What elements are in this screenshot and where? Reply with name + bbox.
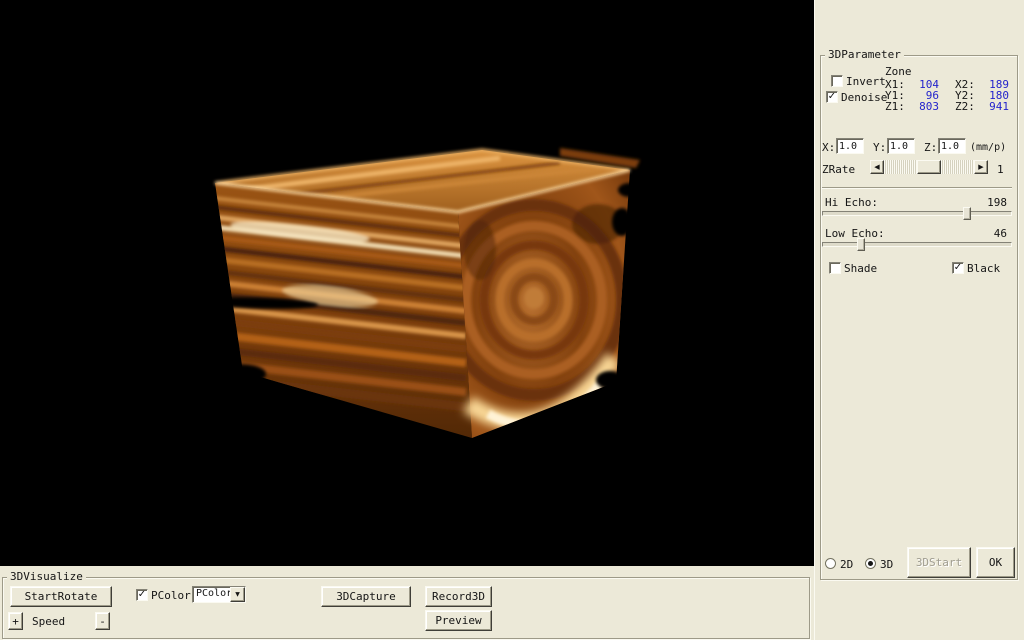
scale-y-input[interactable] bbox=[887, 138, 915, 154]
visualize-group-title: 3DVisualize bbox=[7, 571, 86, 583]
pcolor-select-value: PColor bbox=[193, 587, 230, 602]
check-icon: ✓ bbox=[954, 263, 962, 273]
mode-2d-label: 2D bbox=[840, 559, 853, 570]
arrow-left-icon: ◀ bbox=[874, 163, 879, 171]
denoise-checkbox[interactable]: ✓ bbox=[826, 91, 838, 103]
zrate-scroll-left-button[interactable]: ◀ bbox=[870, 160, 884, 174]
black-label: Black bbox=[967, 263, 1000, 274]
zone-z1-value: 803 bbox=[913, 101, 939, 112]
ultrasound-volume-render bbox=[0, 0, 814, 566]
low-echo-slider-track[interactable] bbox=[822, 242, 1012, 247]
low-echo-label: Low Echo: bbox=[825, 228, 885, 239]
low-echo-value: 46 bbox=[971, 228, 1007, 239]
zone-z2-value: 941 bbox=[981, 101, 1009, 112]
scale-x-label: X: bbox=[822, 142, 835, 153]
zone-title: Zone bbox=[885, 66, 912, 77]
speed-label: Speed bbox=[32, 616, 65, 627]
shade-label: Shade bbox=[844, 263, 877, 274]
check-icon: ✓ bbox=[138, 590, 146, 600]
hi-echo-label: Hi Echo: bbox=[825, 197, 878, 208]
speed-minus-label: - bbox=[99, 615, 106, 628]
check-icon: ✓ bbox=[828, 92, 836, 102]
record-button-label: Record3D bbox=[432, 590, 485, 603]
zrate-thumb[interactable] bbox=[917, 160, 941, 174]
zrate-scroll-right-button[interactable]: ▶ bbox=[974, 160, 988, 174]
zrate-track-left[interactable] bbox=[884, 160, 917, 174]
shade-checkbox[interactable] bbox=[829, 262, 841, 274]
scale-unit-label: (mm/p) bbox=[970, 142, 1006, 153]
preview-button[interactable]: Preview bbox=[425, 610, 492, 631]
pcolor-checkbox[interactable]: ✓ bbox=[136, 589, 148, 601]
denoise-label: Denoise bbox=[841, 92, 887, 103]
low-echo-slider-thumb[interactable] bbox=[857, 238, 865, 251]
zone-z2-label: Z2: bbox=[955, 101, 975, 112]
section-divider bbox=[822, 187, 1012, 189]
start-rotate-button-label: StartRotate bbox=[25, 590, 98, 603]
scale-z-input[interactable] bbox=[938, 138, 966, 154]
parameter-groupbox: 3DParameter bbox=[820, 55, 1018, 580]
parameter-panel: 3DParameter Invert ✓ Denoise Zone X1: 10… bbox=[814, 0, 1024, 640]
application-window: { "colors": { "panel_bg": "#ece9d8", "vi… bbox=[0, 0, 1024, 640]
pcolor-checkbox-label: PColor bbox=[151, 590, 191, 601]
ok-button-label: OK bbox=[989, 556, 1002, 569]
preview-button-label: Preview bbox=[435, 614, 481, 627]
invert-checkbox[interactable] bbox=[831, 75, 843, 87]
render-viewport[interactable] bbox=[0, 0, 814, 566]
hi-echo-slider-thumb[interactable] bbox=[963, 207, 971, 220]
zone-z1-label: Z1: bbox=[885, 101, 905, 112]
pcolor-select[interactable]: PColor ▼ bbox=[192, 586, 246, 603]
scale-x-input[interactable] bbox=[836, 138, 864, 154]
pcolor-select-arrow-button[interactable]: ▼ bbox=[230, 587, 245, 602]
start-rotate-button[interactable]: StartRotate bbox=[10, 586, 112, 607]
scale-y-label: Y: bbox=[873, 142, 886, 153]
record-button[interactable]: Record3D bbox=[425, 586, 492, 607]
radio-dot bbox=[868, 561, 873, 566]
hi-echo-slider-track[interactable] bbox=[822, 211, 1012, 216]
mode-3d-radio[interactable] bbox=[865, 558, 876, 569]
capture-button[interactable]: 3DCapture bbox=[321, 586, 411, 607]
ok-button[interactable]: OK bbox=[976, 547, 1015, 578]
speed-plus-button[interactable]: + bbox=[8, 612, 23, 630]
capture-button-label: 3DCapture bbox=[336, 590, 396, 603]
invert-label: Invert bbox=[846, 76, 886, 87]
arrow-right-icon: ▶ bbox=[978, 163, 983, 171]
visualize-panel: 3DVisualize StartRotate ✓ PColor PColor … bbox=[0, 566, 814, 640]
zrate-value: 1 bbox=[997, 164, 1004, 175]
speed-plus-label: + bbox=[12, 615, 19, 628]
start3d-button-label: 3DStart bbox=[916, 556, 962, 569]
zrate-track-right[interactable] bbox=[941, 160, 974, 174]
scale-z-label: Z: bbox=[924, 142, 937, 153]
mode-3d-label: 3D bbox=[880, 559, 893, 570]
mode-2d-radio[interactable] bbox=[825, 558, 836, 569]
speed-minus-button[interactable]: - bbox=[95, 612, 110, 630]
hi-echo-value: 198 bbox=[971, 197, 1007, 208]
parameter-group-title: 3DParameter bbox=[825, 49, 904, 61]
chevron-down-icon: ▼ bbox=[235, 591, 240, 598]
zrate-label: ZRate bbox=[822, 164, 855, 175]
start3d-button[interactable]: 3DStart bbox=[907, 547, 971, 578]
black-checkbox[interactable]: ✓ bbox=[952, 262, 964, 274]
zrate-scrollbar[interactable]: ◀ ▶ bbox=[870, 160, 988, 174]
